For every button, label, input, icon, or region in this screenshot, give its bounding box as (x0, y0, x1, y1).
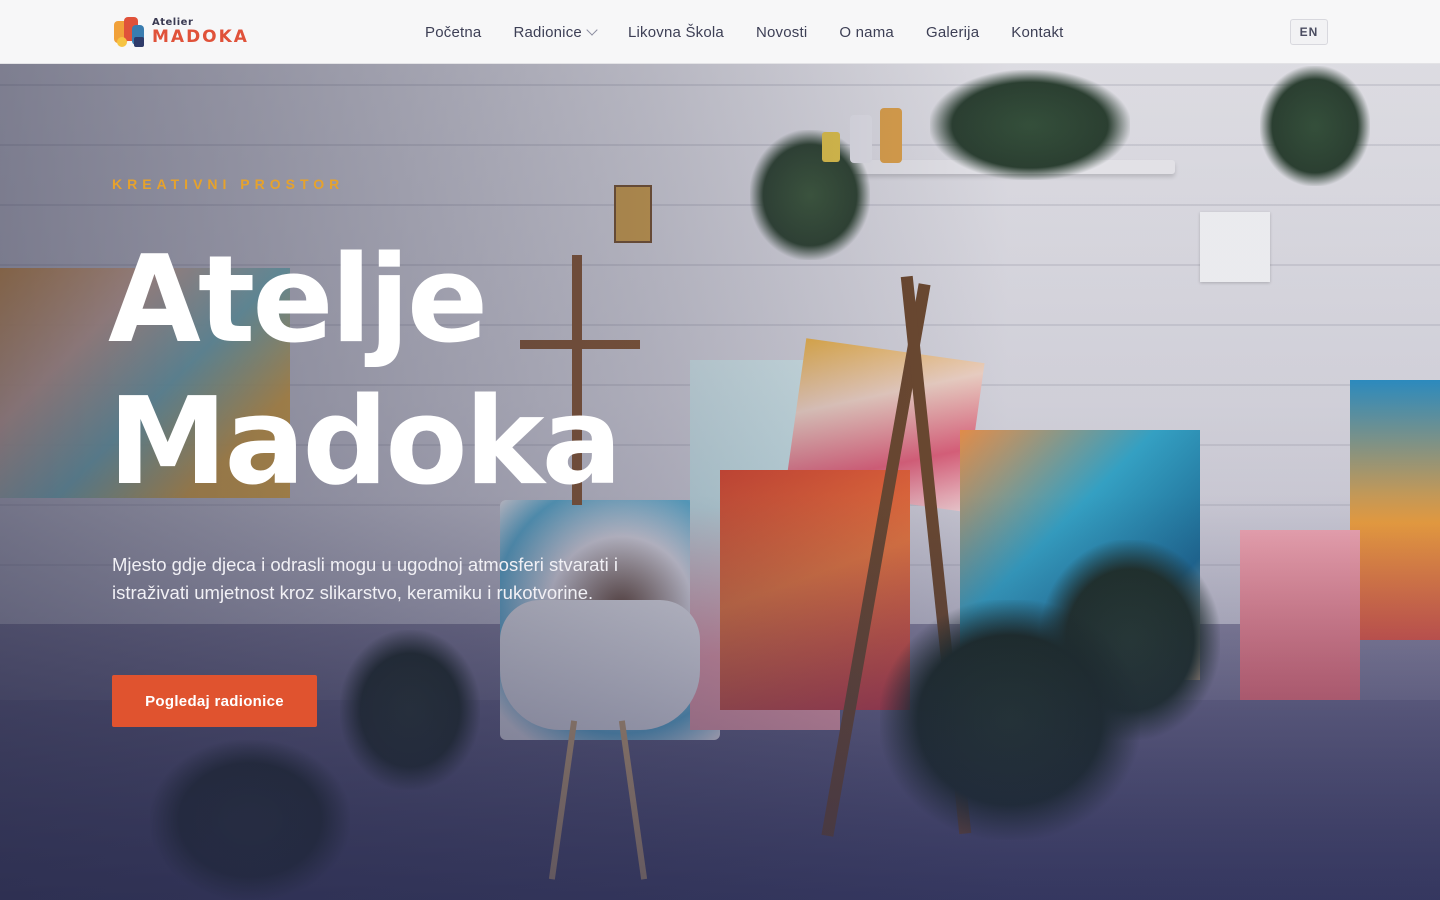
nav-item-o-nama[interactable]: O nama (839, 24, 894, 41)
language-switch-button[interactable]: EN (1290, 19, 1328, 45)
view-workshops-button[interactable]: Pogledaj radionice (112, 675, 317, 727)
nav-item-kontakt[interactable]: Kontakt (1011, 24, 1063, 41)
hero-title-line2: Madoka (108, 373, 623, 512)
logo-brand-name: MADOKA (152, 27, 249, 47)
nav-item-galerija[interactable]: Galerija (926, 24, 979, 41)
main-nav: Početna Radionice Likovna Škola Novosti … (425, 0, 1096, 64)
chevron-down-icon (586, 24, 598, 36)
nav-item-likovna-skola[interactable]: Likovna Škola (628, 24, 724, 41)
nav-item-pocetna[interactable]: Početna (425, 24, 481, 41)
nav-item-radionice-label: Radionice (513, 23, 582, 41)
hero-title-line1: Atelje (108, 231, 488, 370)
site-header: Atelier MADOKA Početna Radionice Likovna… (0, 0, 1440, 64)
nav-item-novosti[interactable]: Novosti (756, 24, 807, 41)
nav-item-radionice[interactable]: Radionice (513, 23, 598, 41)
palette-hands-icon (112, 15, 148, 49)
brand-logo[interactable]: Atelier MADOKA (112, 15, 249, 49)
hero-title: Atelje Madoka (108, 230, 728, 514)
hero-description: Mjesto gdje djeca i odrasli mogu u ugodn… (112, 554, 618, 603)
hero-eyebrow: KREATIVNI PROSTOR (112, 176, 345, 192)
